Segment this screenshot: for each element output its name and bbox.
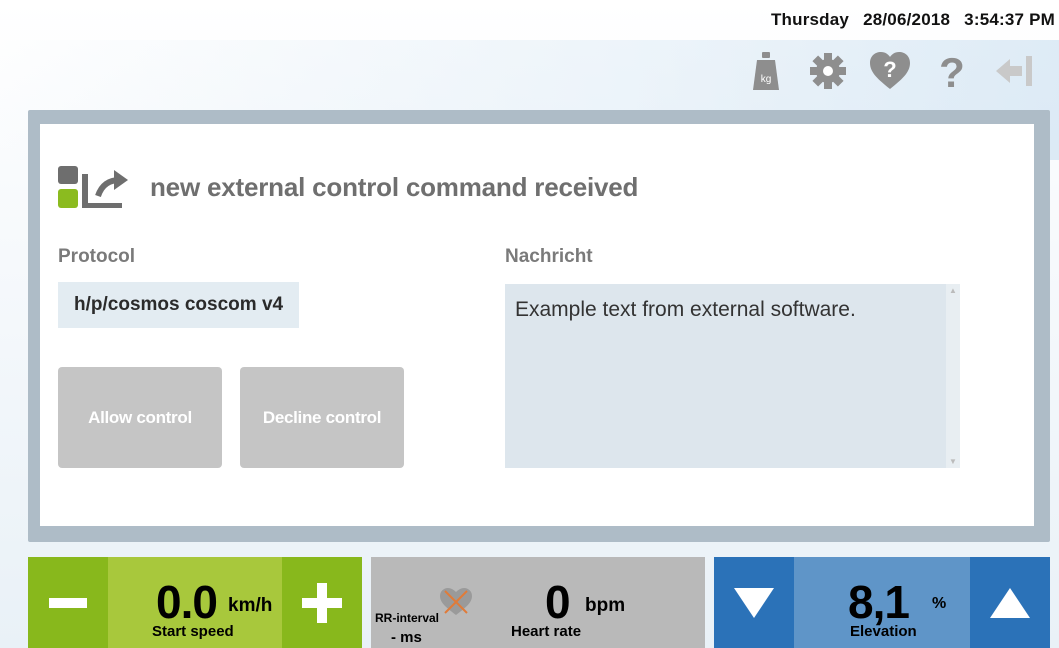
protocol-label: Protocol [58, 246, 136, 267]
allow-control-button[interactable]: Allow control [58, 367, 222, 468]
speed-unit: km/h [228, 595, 273, 616]
exit-button[interactable] [983, 45, 1045, 97]
dialog-title: new external control command received [150, 171, 639, 202]
top-toolbar: kg ? ? [735, 45, 1045, 97]
heart-rate-value: 0 [545, 576, 571, 628]
settings-button[interactable] [797, 45, 859, 97]
day-label: Thursday [770, 10, 850, 29]
svg-text:?: ? [939, 51, 965, 91]
message-textarea[interactable]: Example text from external software. ▲ ▼ [505, 284, 960, 468]
heart-question-icon: ? [870, 52, 910, 89]
external-control-icon [58, 166, 128, 208]
speed-increase-button[interactable] [282, 557, 362, 648]
speed-decrease-button[interactable] [28, 557, 108, 648]
speed-label: Start speed [152, 623, 234, 640]
svg-text:?: ? [883, 57, 896, 82]
help-icon: ? [939, 51, 965, 91]
elevation-increase-button[interactable] [970, 557, 1050, 648]
rr-interval-value: - ms [391, 629, 422, 646]
scroll-down-icon: ▼ [949, 457, 957, 466]
scroll-up-icon: ▲ [949, 286, 957, 295]
elevation-decrease-button[interactable] [714, 557, 794, 648]
time-label: 3:54:37 PM [964, 10, 1055, 29]
rr-interval-label: RR-interval [375, 611, 440, 625]
protocol-value: h/p/cosmos coscom v4 [58, 282, 300, 328]
date-label: 28/06/2018 [863, 10, 951, 29]
elevation-unit: % [932, 595, 947, 612]
message-scrollbar[interactable]: ▲ ▼ [946, 284, 960, 468]
external-control-dialog: new external control command received Pr… [40, 124, 1034, 526]
heart-crossed-icon [440, 588, 472, 615]
exit-icon [996, 56, 1032, 86]
elevation-value: 8,1 [848, 576, 910, 628]
triangle-down-icon [734, 587, 774, 618]
heart-rate-label: Heart rate [511, 623, 582, 640]
message-label: Nachricht [505, 246, 593, 267]
dialog-header: new external control command received [58, 166, 638, 208]
minus-icon [49, 597, 87, 608]
elevation-label: Elevation [850, 623, 917, 640]
weight-button[interactable]: kg [735, 45, 797, 97]
gear-icon [810, 53, 846, 89]
triangle-up-icon [990, 587, 1030, 618]
message-text: Example text from external software. [515, 298, 856, 321]
plus-icon [302, 582, 342, 623]
heart-info-button[interactable]: ? [859, 45, 921, 97]
speed-value: 0.0 [156, 576, 218, 628]
decline-control-button[interactable]: Decline control [240, 367, 404, 468]
heart-rate-panel: RR-interval - ms 0 bpm Heart rate [371, 557, 705, 648]
svg-text:kg: kg [761, 74, 772, 85]
weight-kg-icon: kg [753, 52, 779, 90]
elevation-panel: 8,1 % Elevation [714, 557, 1050, 648]
date-time-display: Thursday 28/06/2018 3:54:37 PM [757, 10, 1055, 30]
speed-panel: 0.0 km/h Start speed [28, 557, 362, 648]
help-button[interactable]: ? [921, 45, 983, 97]
heart-rate-unit: bpm [585, 595, 626, 616]
